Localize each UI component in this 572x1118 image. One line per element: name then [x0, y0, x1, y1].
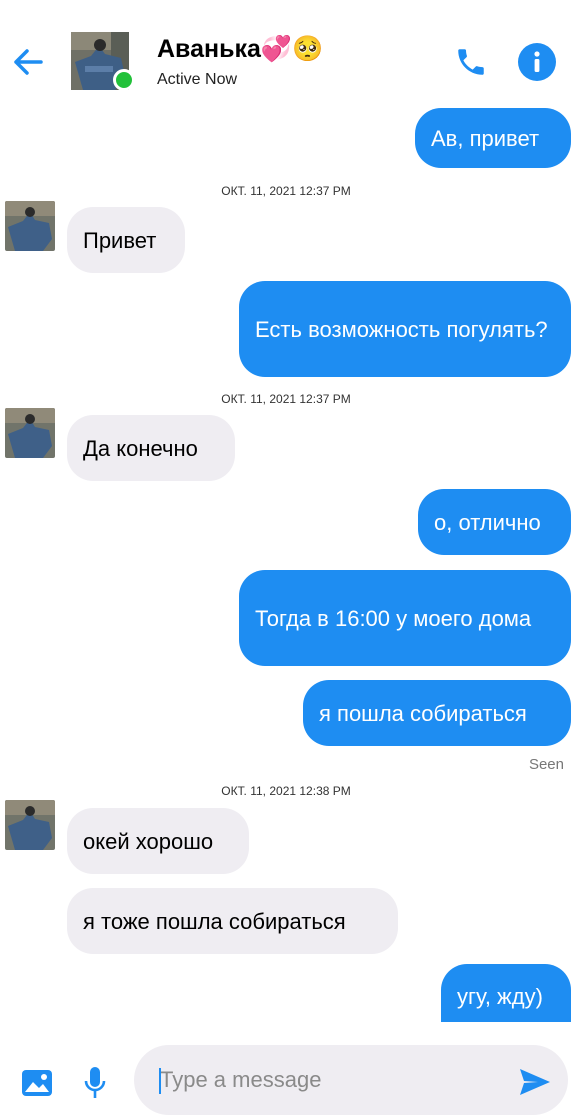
message-bubble-outgoing[interactable]: о, отлично	[418, 489, 571, 555]
message-timestamp: ОКТ. 11, 2021 12:37 PM	[221, 184, 351, 198]
phone-icon[interactable]	[451, 42, 491, 82]
chat-header: Аванька💞🥺 Active Now	[0, 0, 572, 106]
online-status-dot	[113, 69, 135, 91]
contact-name[interactable]: Аванька💞🥺	[157, 35, 323, 64]
seen-indicator: Seen	[528, 756, 564, 773]
image-icon[interactable]	[18, 1066, 56, 1100]
message-bubble-incoming[interactable]: я тоже пошла собираться	[67, 888, 398, 954]
message-bubble-outgoing[interactable]: угу, жду)	[441, 964, 571, 1024]
message-bubble-incoming[interactable]: Привет	[67, 207, 185, 273]
message-bubble-outgoing[interactable]: я пошла собираться	[303, 680, 571, 746]
text-cursor	[159, 1068, 161, 1094]
name-emoji: 💞🥺	[260, 35, 324, 63]
sender-avatar[interactable]	[5, 201, 55, 251]
message-bubble-outgoing[interactable]: Ав, привет	[415, 108, 571, 168]
message-input[interactable]	[134, 1045, 568, 1115]
message-timestamp: ОКТ. 11, 2021 12:37 PM	[221, 392, 351, 406]
sender-avatar[interactable]	[5, 408, 55, 458]
back-arrow-icon[interactable]	[8, 42, 48, 82]
info-icon[interactable]	[518, 43, 556, 81]
message-timestamp: ОКТ. 11, 2021 12:38 PM	[221, 784, 351, 798]
sender-avatar[interactable]	[5, 800, 55, 850]
message-bubble-outgoing[interactable]: Тогда в 16:00 у моего дома	[239, 570, 571, 666]
message-composer	[0, 1022, 572, 1118]
microphone-icon[interactable]	[80, 1062, 110, 1104]
send-icon[interactable]	[515, 1064, 555, 1100]
message-bubble-outgoing[interactable]: Есть возможность погулять?	[239, 281, 571, 377]
message-bubble-incoming[interactable]: окей хорошо	[67, 808, 249, 874]
contact-status: Active Now	[157, 71, 238, 88]
message-bubble-incoming[interactable]: Да конечно	[67, 415, 235, 481]
